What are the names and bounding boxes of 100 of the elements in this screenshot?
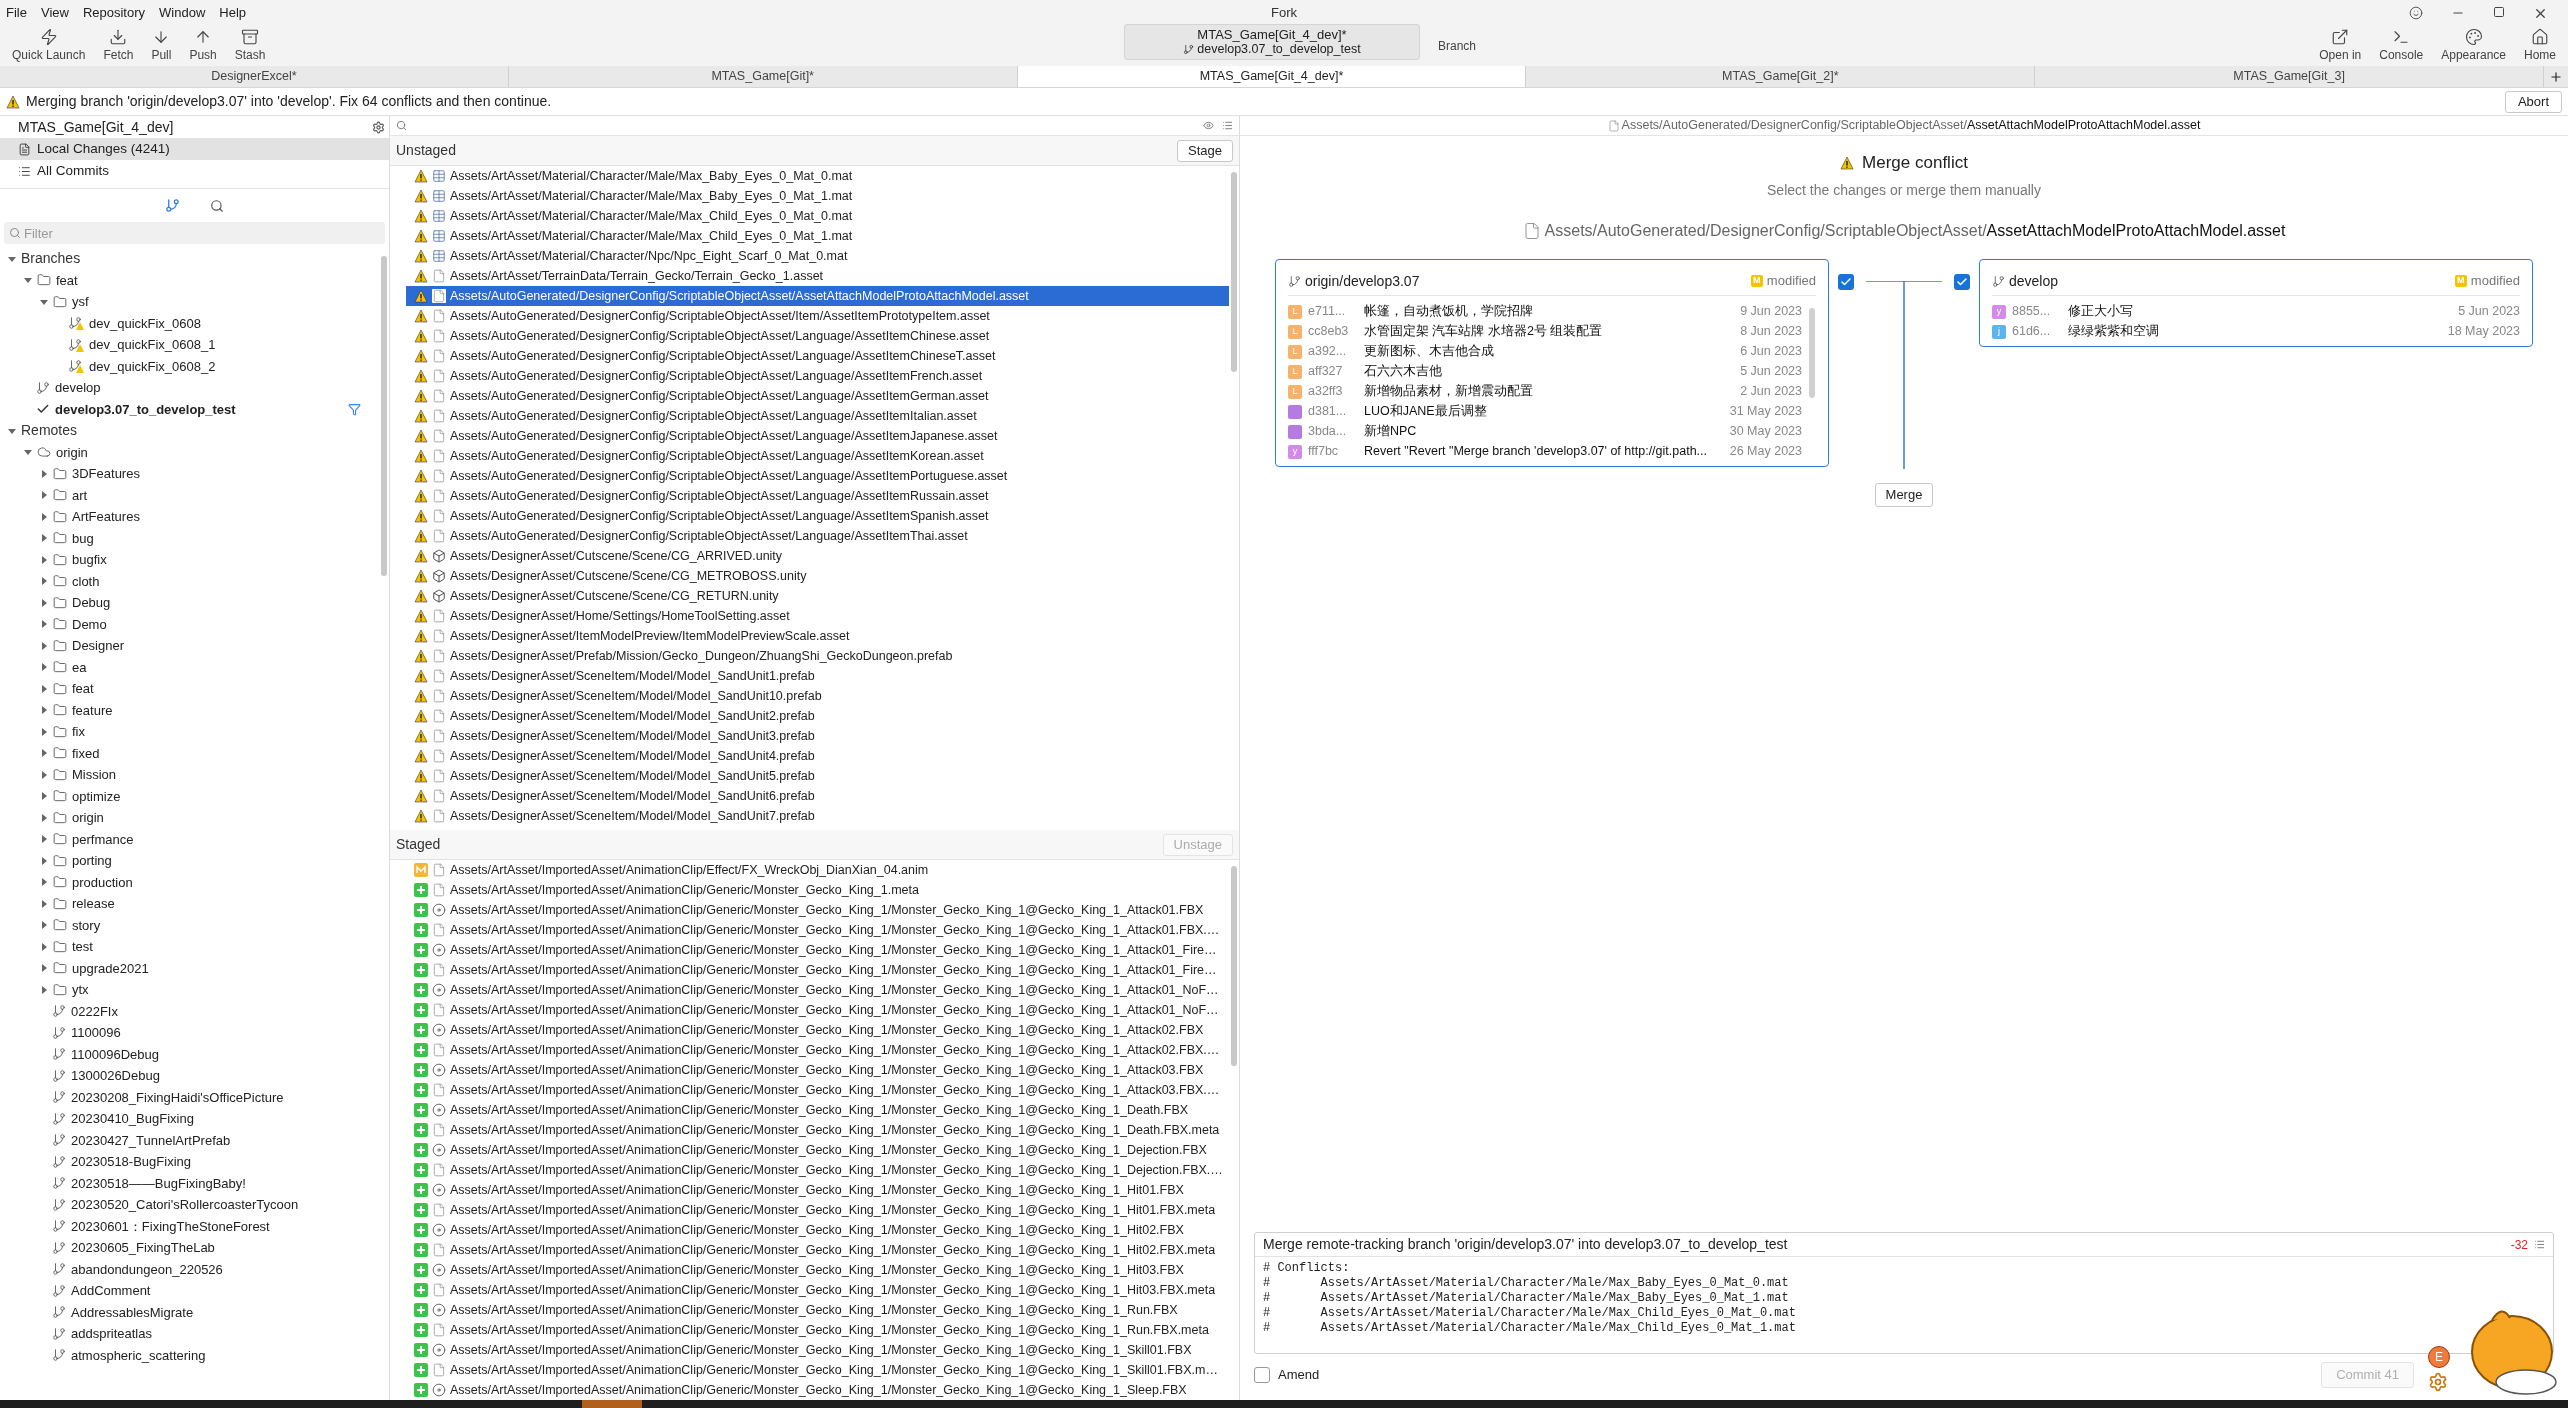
tree-item[interactable]: 1100096 — [71, 1023, 121, 1043]
file-row[interactable]: Assets/DesignerAsset/SceneItem/Model/Model_SandUnit3.prefab — [406, 726, 1229, 746]
file-row[interactable]: Assets/DesignerAsset/ItemModelPreview/ItemModelPreviewScale.asset — [406, 626, 1229, 646]
caret-icon[interactable] — [40, 469, 48, 478]
caret-icon[interactable] — [8, 254, 16, 263]
caret-icon[interactable] — [40, 899, 48, 908]
section-header[interactable]: Remotes — [21, 420, 78, 442]
file-row[interactable]: Assets/AutoGenerated/DesignerConfig/ScriptableObjectAsset/Language/AssetItemSpanish.asset — [406, 506, 1229, 526]
commit-row[interactable]: 3bda... 新增NPC 30 May 2023 — [1288, 421, 1802, 442]
caret-icon[interactable] — [40, 856, 48, 865]
menu-item[interactable]: Help — [219, 3, 247, 23]
settings-icon[interactable] — [372, 120, 385, 134]
file-row[interactable]: Assets/ArtAsset/ImportedAsset/AnimationClip/Generic/Monster_Gecko_King_1/Monster_Gecko_King_1@Gecko_King_1_Skill01.FBX.m… — [406, 1360, 1229, 1380]
tree-item[interactable]: addspriteatlas — [71, 1324, 152, 1344]
tree-item[interactable]: ea — [72, 657, 87, 677]
tree-item[interactable]: upgrade2021 — [72, 958, 149, 978]
menu-item[interactable]: File — [6, 3, 27, 23]
section-action-button[interactable]: Stage — [1177, 139, 1233, 162]
file-row[interactable]: Assets/ArtAsset/ImportedAsset/AnimationClip/Generic/Monster_Gecko_King_1/Monster_Gecko_King_1@Gecko_King_1_Attack01_Fire… — [406, 940, 1229, 960]
file-row[interactable]: Assets/ArtAsset/ImportedAsset/AnimationClip/Generic/Monster_Gecko_King_1/Monster_Gecko_King_1@Gecko_King_1_Attack03.FBX — [406, 1060, 1229, 1080]
tree-item[interactable]: dev_quickFix_0608 — [89, 313, 202, 333]
caret-icon[interactable] — [40, 620, 48, 629]
tree-item[interactable]: 1100096Debug — [71, 1044, 159, 1064]
tree-item[interactable]: ArtFeatures — [72, 507, 140, 527]
caret-icon[interactable] — [40, 491, 48, 500]
tree-item[interactable]: develop — [55, 378, 101, 398]
tree-item[interactable]: origin — [56, 442, 88, 462]
tree-item[interactable]: feat — [72, 679, 94, 699]
file-row[interactable]: Assets/ArtAsset/Material/Character/Male/Max_Baby_Eyes_0_Mat_1.mat — [406, 186, 1229, 206]
toolbar-button[interactable]: Quick Launch — [4, 26, 94, 66]
file-row[interactable]: Assets/AutoGenerated/DesignerConfig/ScriptableObjectAsset/Language/AssetItemKorean.asset — [406, 446, 1229, 466]
section-header[interactable]: Branches — [21, 248, 81, 270]
tree-item[interactable]: 20230601：FixingTheStoneForest — [71, 1216, 270, 1236]
caret-icon[interactable] — [40, 770, 48, 779]
tree-item[interactable]: develop3.07_to_develop_test — [55, 399, 236, 419]
file-row[interactable]: Assets/ArtAsset/ImportedAsset/AnimationClip/Generic/Monster_Gecko_King_1/Monster_Gecko_King_1@Gecko_King_1_Attack01.FBX — [406, 900, 1229, 920]
search-icon[interactable] — [396, 120, 407, 131]
tree-item[interactable]: 20230427_TunnelArtPrefab — [71, 1130, 231, 1150]
file-row[interactable]: Assets/ArtAsset/ImportedAsset/AnimationClip/Generic/Monster_Gecko_King_1/Monster_Gecko_King_1@Gecko_King_1_Attack01_Fire… — [406, 960, 1229, 980]
toolbar-button[interactable]: Stash — [226, 26, 274, 66]
commit-row[interactable]: L aff327 石六六木吉他 5 Jun 2023 — [1288, 361, 1802, 382]
caret-icon[interactable] — [40, 813, 48, 822]
caret-icon[interactable] — [40, 942, 48, 951]
tree-item[interactable]: 20230518-BugFixing — [71, 1152, 191, 1172]
smiley-icon[interactable] — [2409, 5, 2423, 20]
file-row[interactable]: Assets/AutoGenerated/DesignerConfig/ScriptableObjectAsset/AssetAttachModelProtoAttachModel.asset — [406, 286, 1229, 306]
file-row[interactable]: Assets/DesignerAsset/SceneItem/Model/Model_SandUnit7.prefab — [406, 806, 1229, 826]
file-row[interactable]: Assets/DesignerAsset/SceneItem/Model/Model_SandUnit6.prefab — [406, 786, 1229, 806]
tree-item[interactable]: bug — [72, 528, 94, 548]
toolbar-button[interactable]: Appearance — [2433, 26, 2514, 66]
file-row[interactable]: Assets/ArtAsset/ImportedAsset/AnimationClip/Generic/Monster_Gecko_King_1/Monster_Gecko_King_1@Gecko_King_1_Run.FBX.meta — [406, 1320, 1229, 1340]
commit-row[interactable]: y fff7bc Revert "Revert "Merge branch 'develop3.07' of http://git.path... 26 May 2023 — [1288, 441, 1802, 462]
menu-item[interactable]: Repository — [82, 3, 146, 23]
file-row[interactable]: Assets/AutoGenerated/DesignerConfig/ScriptableObjectAsset/Language/AssetItemItalian.asset — [406, 406, 1229, 426]
menu-item[interactable]: View — [40, 3, 69, 23]
toolbar-button[interactable]: Console — [2371, 26, 2432, 66]
commit-row[interactable]: y 8855... 修正大小写 5 Jun 2023 — [1992, 301, 2520, 322]
file-row[interactable]: Assets/DesignerAsset/SceneItem/Model/Model_SandUnit5.prefab — [406, 766, 1229, 786]
file-row[interactable]: Assets/ArtAsset/ImportedAsset/AnimationClip/Generic/Monster_Gecko_King_1/Monster_Gecko_King_1@Gecko_King_1_Attack02.FBX — [406, 1020, 1229, 1040]
caret-icon[interactable] — [40, 512, 48, 521]
file-row[interactable]: Assets/AutoGenerated/DesignerConfig/ScriptableObjectAsset/Language/AssetItemThai.asset — [406, 526, 1229, 546]
file-row[interactable]: Assets/ArtAsset/ImportedAsset/AnimationClip/Generic/Monster_Gecko_King_1.meta — [406, 880, 1229, 900]
commit-row[interactable]: L e711... 帐篷，自动煮饭机，学院招牌 9 Jun 2023 — [1288, 301, 1802, 322]
tree-item[interactable]: Debug — [72, 593, 111, 613]
file-row[interactable]: Assets/AutoGenerated/DesignerConfig/ScriptableObjectAsset/Language/AssetItemChinese.asset — [406, 326, 1229, 346]
caret-icon[interactable] — [40, 534, 48, 543]
repository-tab[interactable]: MTAS_Game[Git_4_dev]* — [1017, 66, 1527, 87]
tree-item[interactable]: abandondungeon_220526 — [71, 1259, 223, 1279]
file-row[interactable]: Assets/ArtAsset/ImportedAsset/AnimationClip/Generic/Monster_Gecko_King_1/Monster_Gecko_King_1@Gecko_King_1_Dejection.FBX — [406, 1140, 1229, 1160]
file-row[interactable]: Assets/ArtAsset/ImportedAsset/AnimationClip/Generic/Monster_Gecko_King_1/Monster_Gecko_King_1@Gecko_King_1_Sleep.FBX — [406, 1380, 1229, 1400]
caret-icon[interactable] — [40, 684, 48, 693]
caret-icon[interactable] — [40, 297, 48, 306]
tree-item[interactable]: 20230520_Catori'sRollercoasterTycoon — [71, 1195, 299, 1215]
tree-item[interactable]: 0222FIx — [71, 1001, 118, 1021]
tree-item[interactable]: story — [72, 915, 101, 935]
file-row[interactable]: Assets/ArtAsset/ImportedAsset/AnimationClip/Generic/Monster_Gecko_King_1/Monster_Gecko_King_1@Gecko_King_1_Hit02.FBX — [406, 1220, 1229, 1240]
file-row[interactable]: Assets/ArtAsset/ImportedAsset/AnimationClip/Generic/Monster_Gecko_King_1/Monster_Gecko_King_1@Gecko_King_1_Hit01.FBX — [406, 1180, 1229, 1200]
maximize-icon[interactable] — [2493, 5, 2505, 18]
file-row[interactable]: Assets/AutoGenerated/DesignerConfig/ScriptableObjectAsset/Language/AssetItemJapanese.asset — [406, 426, 1229, 446]
tree-item[interactable]: porting — [72, 851, 112, 871]
tree-item[interactable]: test — [72, 937, 93, 957]
file-row[interactable]: Assets/ArtAsset/Material/Character/Male/Max_Child_Eyes_0_Mat_1.mat — [406, 226, 1229, 246]
file-row[interactable]: Assets/ArtAsset/ImportedAsset/AnimationClip/Generic/Monster_Gecko_King_1/Monster_Gecko_King_1@Gecko_King_1_Death.FBX — [406, 1100, 1229, 1120]
menu-icon[interactable] — [2534, 1239, 2545, 1250]
toolbar-button[interactable]: Open in — [2311, 26, 2370, 66]
commit-row[interactable]: L cc8eb3 水管固定架 汽车站牌 水培器2号 组装配置 8 Jun 2023 — [1288, 321, 1802, 342]
tree-item[interactable]: Demo — [72, 614, 107, 634]
file-row[interactable]: Assets/ArtAsset/ImportedAsset/AnimationClip/Generic/Monster_Gecko_King_1/Monster_Gecko_King_1@Gecko_King_1_Attack01_NoF… — [406, 980, 1229, 1000]
file-row[interactable]: Assets/DesignerAsset/Home/Settings/HomeToolSetting.asset — [406, 606, 1229, 626]
tree-item[interactable]: 20230518——BugFixingBaby! — [71, 1173, 246, 1193]
tree-item[interactable]: 20230410_BugFixing — [71, 1109, 194, 1129]
file-row[interactable]: Assets/ArtAsset/Material/Character/Male/Max_Child_Eyes_0_Mat_0.mat — [406, 206, 1229, 226]
caret-icon[interactable] — [40, 964, 48, 973]
caret-icon[interactable] — [40, 663, 48, 672]
tree-item[interactable]: AddressablesMigrate — [71, 1302, 194, 1322]
tree-item[interactable]: dev_quickFix_0608_2 — [89, 356, 216, 376]
tree-item[interactable]: feature — [72, 700, 113, 720]
filter-icon[interactable] — [348, 402, 361, 416]
file-row[interactable]: Assets/AutoGenerated/DesignerConfig/ScriptableObjectAsset/Item/AssetItemPrototypeItem.asset — [406, 306, 1229, 326]
file-row[interactable]: Assets/DesignerAsset/SceneItem/Model/Model_SandUnit2.prefab — [406, 706, 1229, 726]
